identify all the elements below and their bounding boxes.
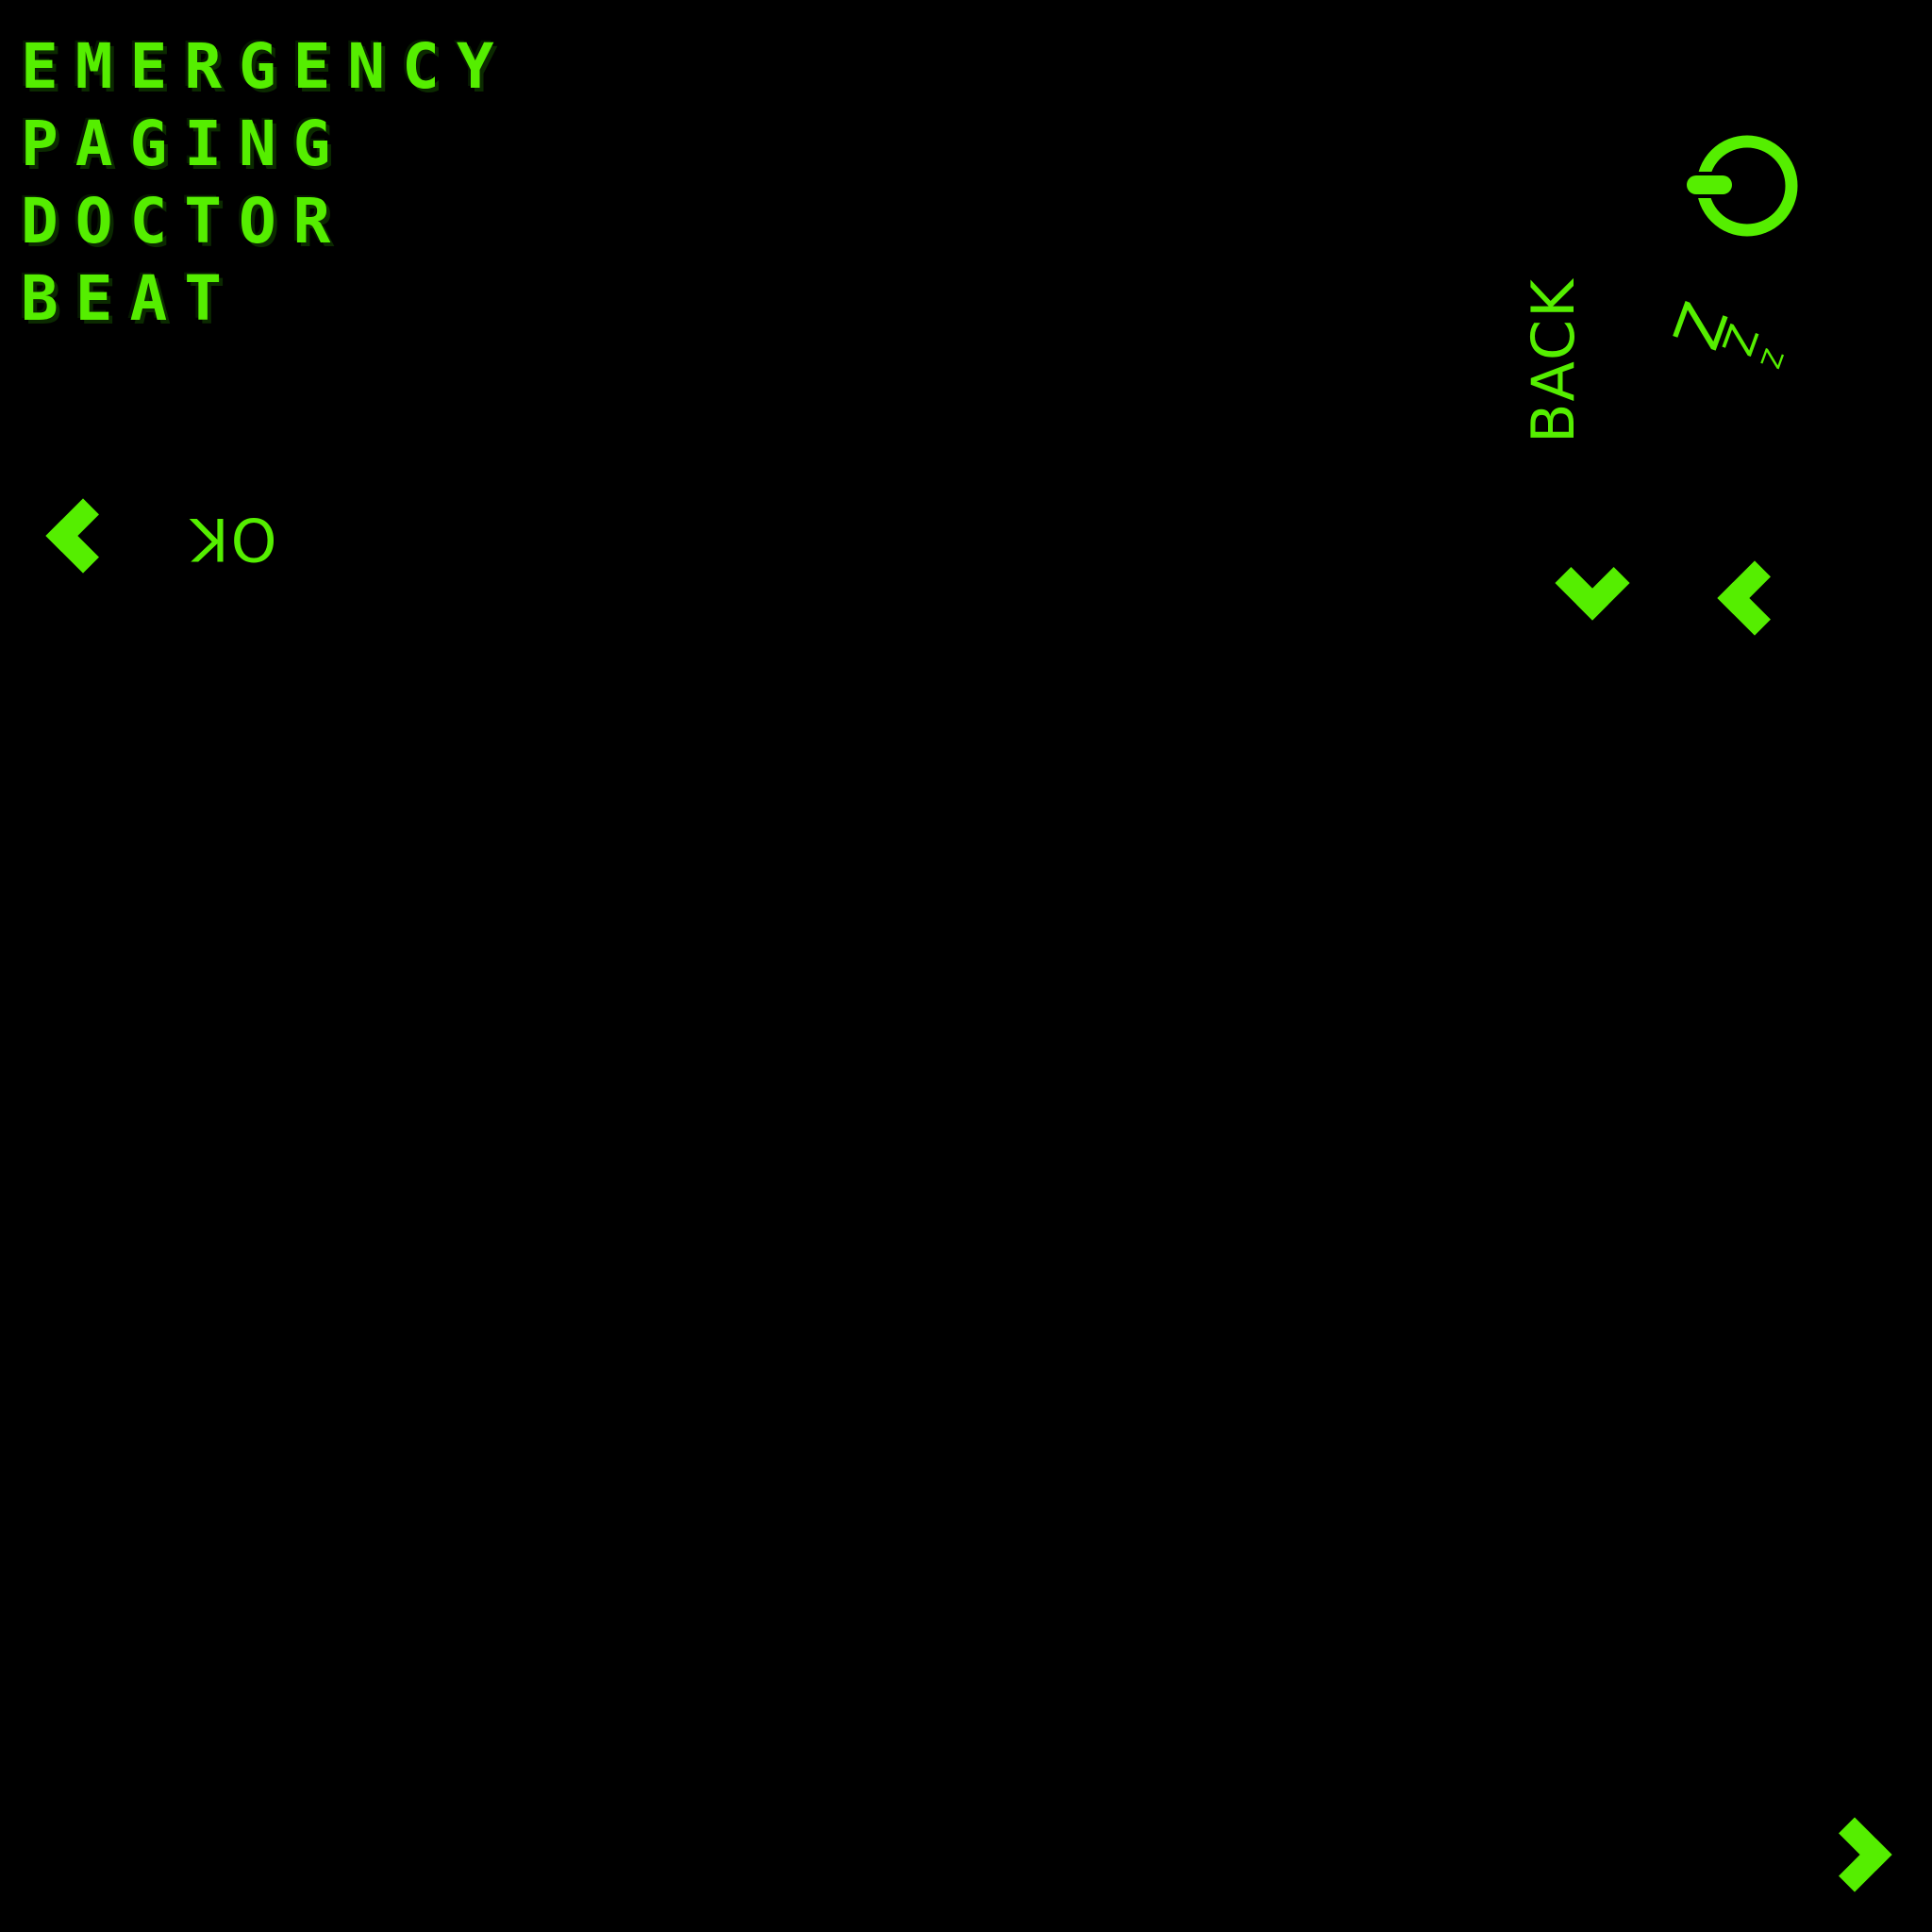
menu-item-doctor[interactable]: DOCTOR xyxy=(21,183,511,260)
menu-list: EMERGENCY PAGING DOCTOR BEAT xyxy=(21,28,511,338)
chevron-right-icon[interactable] xyxy=(1817,1817,1892,1892)
sleep-zzz-icon[interactable]: Z Z Z xyxy=(1657,292,1802,377)
ok-chevron-icon[interactable] xyxy=(45,498,121,574)
menu-item-beat[interactable]: BEAT xyxy=(21,260,511,338)
power-icon[interactable] xyxy=(1684,125,1807,247)
ok-label[interactable]: OK xyxy=(189,505,276,574)
chevron-left-icon[interactable] xyxy=(1717,560,1792,636)
back-label[interactable]: BACK xyxy=(1519,277,1588,443)
menu-item-paging[interactable]: PAGING xyxy=(21,106,511,183)
sleep-z-small: Z xyxy=(1754,344,1790,373)
chevron-down-icon[interactable] xyxy=(1555,545,1630,621)
menu-item-emergency[interactable]: EMERGENCY xyxy=(21,28,511,106)
